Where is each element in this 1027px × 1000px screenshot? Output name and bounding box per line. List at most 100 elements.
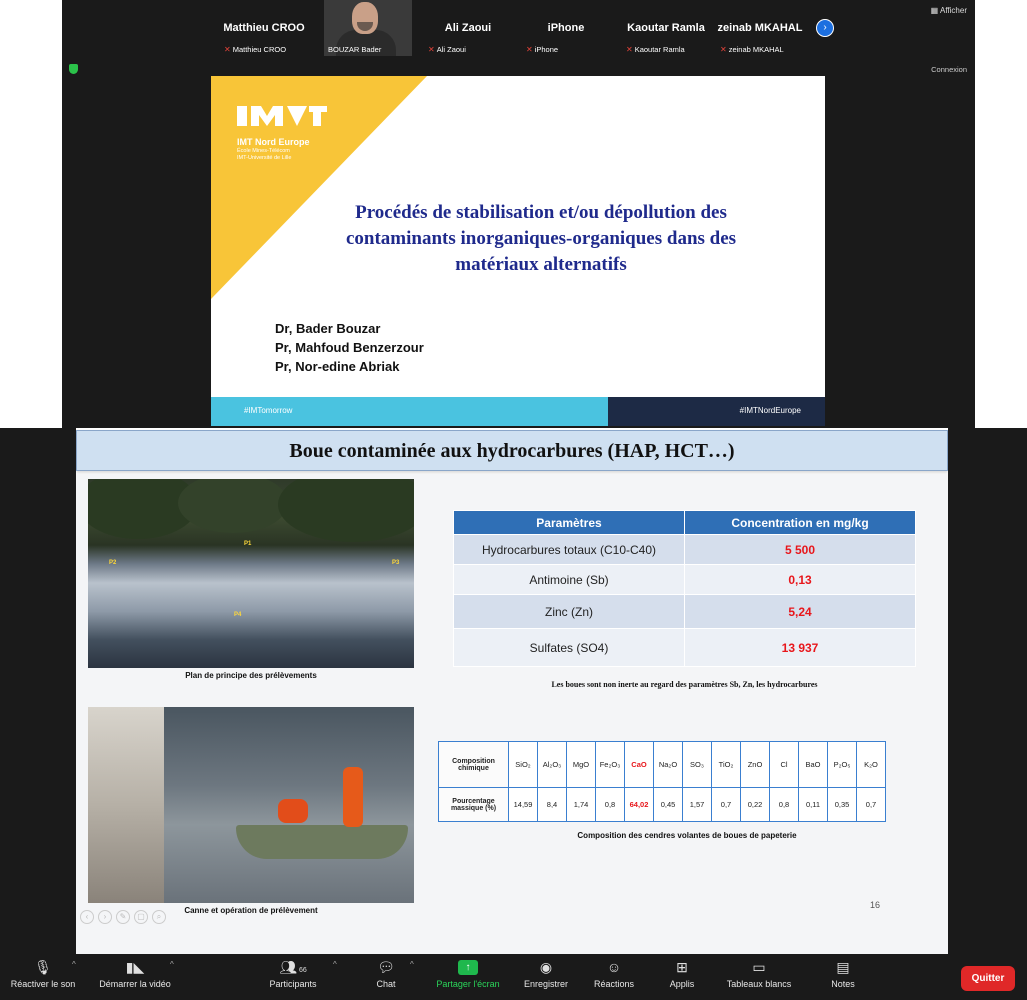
mic-muted-icon: ✕ [626, 45, 633, 54]
column-header: Paramètres [453, 510, 685, 535]
mic-muted-icon: ✕ [526, 45, 533, 54]
chevron-up-icon[interactable]: ^ [170, 960, 174, 969]
connexion-label[interactable]: Connexion [931, 65, 967, 74]
share-screen-button[interactable]: ↑ Partager l'écran [428, 958, 508, 989]
percentage-cell: 8,4 [537, 787, 567, 822]
parameters-note: Les boues sont non inerte au regard des … [551, 680, 818, 689]
toolbar-label: Chat [376, 979, 396, 989]
start-video-button[interactable]: ▮◣ Démarrer la vidéo [90, 958, 180, 989]
chevron-up-icon[interactable]: ^ [72, 960, 76, 969]
participant-label: Ali Zaoui [436, 45, 466, 54]
table-row: Antimoine (Sb) 0,13 [453, 564, 916, 595]
prev-icon[interactable]: ‹ [80, 910, 94, 924]
reactions-icon: ☺ [606, 959, 622, 975]
percentage-cell: 0,8 [769, 787, 799, 822]
value-cell: 0,13 [684, 564, 916, 595]
parameter-cell: Zinc (Zn) [453, 594, 685, 629]
participants-icon: 👥︎ [279, 959, 297, 975]
unmute-button[interactable]: 🎙︎ Réactiver le son [4, 958, 82, 989]
participant-tile[interactable]: iPhone ✕ iPhone [522, 0, 610, 56]
apps-icon: ⊞ [676, 959, 688, 975]
pen-icon[interactable]: ✎ [116, 910, 130, 924]
whiteboards-button[interactable]: ▭ Tableaux blancs [718, 958, 800, 989]
percentage-cell: 0,11 [798, 787, 828, 822]
participants-button[interactable]: 👥︎ 66 Participants [260, 958, 326, 989]
toolbar-label: Tableaux blancs [726, 979, 792, 989]
shared-screen-window-top: Matthieu CROO ✕ Matthieu CROO BOUZAR Bade… [62, 0, 975, 428]
person-kneeling [278, 799, 308, 823]
next-participants-button[interactable]: › [816, 19, 834, 37]
participant-tile[interactable]: zeinab MKAHAL ✕ zeinab MKAHAL [716, 0, 804, 56]
video-off-icon: ▮◣ [125, 959, 145, 975]
participant-label: iPhone [534, 45, 559, 54]
leave-meeting-button[interactable]: Quitter [961, 966, 1015, 991]
record-button[interactable]: ◉ Enregistrer [516, 958, 576, 989]
participant-tile[interactable]: Ali Zaoui ✕ Ali Zaoui [424, 0, 512, 56]
boat [236, 825, 408, 859]
toolbar-label: Applis [669, 979, 695, 989]
toolbar-label: Enregistrer [523, 979, 568, 989]
zoom-icon[interactable]: ⌕ [152, 910, 166, 924]
shared-screen-window-bottom: Boue contaminée aux hydrocarbures (HAP, … [0, 428, 1027, 1000]
indoor-inset [88, 707, 164, 903]
participant-video-tile[interactable]: BOUZAR Bader [324, 0, 412, 56]
toolbar-label: Réactions [593, 979, 635, 989]
value-cell: 13 937 [684, 628, 916, 667]
percentage-cell: 0,7 [711, 787, 741, 822]
participant-label: Matthieu CROO [232, 45, 287, 54]
tree-foliage [278, 479, 414, 542]
imt-logo [237, 106, 327, 126]
notes-icon: ▤ [836, 959, 850, 975]
slides-icon[interactable]: ▢ [134, 910, 148, 924]
sampling-point: P2 [109, 560, 117, 566]
parameters-table: Paramètres Concentration en mg/kg Hydroc… [453, 510, 916, 667]
apps-button[interactable]: ⊞ Applis [660, 958, 704, 989]
participant-tile[interactable]: Matthieu CROO ✕ Matthieu CROO [220, 0, 308, 56]
participant-label: zeinab MKAHAL [728, 45, 784, 54]
percentage-cell: 0,45 [653, 787, 683, 822]
slide-nav-controls: ‹ › ✎ ▢ ⌕ [80, 910, 166, 924]
component-cell: MgO [566, 741, 596, 788]
slide-title: Boue contaminée aux hydrocarbures (HAP, … [76, 430, 948, 471]
title-slide: IMT Nord Europe École Mines-Télécom IMT-… [211, 76, 825, 426]
component-cell: Na₂O [653, 741, 683, 788]
org-subtitle: École Mines-Télécom IMT-Université de Li… [237, 148, 327, 161]
percentage-cell: 1,74 [566, 787, 596, 822]
sampling-point: P3 [392, 560, 400, 566]
record-icon: ◉ [539, 959, 553, 975]
reactions-button[interactable]: ☺ Réactions [586, 958, 642, 989]
chevron-up-icon[interactable]: ^ [333, 960, 337, 969]
participant-name: Ali Zaoui [444, 22, 492, 34]
table-row: Zinc (Zn) 5,24 [453, 594, 916, 629]
percentage-cell: 14,59 [508, 787, 538, 822]
org-subtitle-line: IMT-Université de Lille [237, 154, 292, 161]
percentage-cell: 0,22 [740, 787, 770, 822]
lake-photo: P1 P2 P3 P4 [88, 479, 414, 668]
participants-strip: Matthieu CROO ✕ Matthieu CROO BOUZAR Bade… [62, 0, 975, 56]
toolbar-label: Réactiver le son [10, 979, 76, 989]
parameter-cell: Antimoine (Sb) [453, 564, 685, 595]
composition-table: Composition chimique SiO₂ Al₂O₃ MgO Fe₂O₃ Ca… [438, 741, 886, 822]
lake-photo-caption: Plan de principe des prélèvements [185, 671, 317, 680]
shield-icon[interactable] [69, 64, 78, 74]
author: Pr, Mahfoud Benzerzour [275, 340, 424, 355]
view-button[interactable]: ▦ Afficher [931, 6, 967, 15]
slide-title: Procédés de stabilisation et/ou dépollut… [345, 202, 737, 275]
toolbar-label: Partager l'écran [436, 979, 500, 989]
participants-icon-wrap: 👥︎ 66 [260, 958, 326, 976]
table-row: Sulfates (SO4) 13 937 [453, 628, 916, 667]
chat-button[interactable]: 💬︎ Chat [366, 958, 406, 989]
participant-name: Kaoutar Ramla [627, 22, 705, 34]
component-cell: ZnO [740, 741, 770, 788]
slide-footer-left: #IMTomorrow [211, 397, 608, 426]
participant-count: 66 [298, 967, 307, 974]
chat-icon: 💬︎ [377, 959, 395, 975]
participant-tile[interactable]: Kaoutar Ramla ✕ Kaoutar Ramla [622, 0, 710, 56]
grid-icon: ▦ [930, 6, 941, 15]
chevron-up-icon[interactable]: ^ [410, 960, 414, 969]
sampling-point: P4 [234, 612, 242, 618]
meeting-toolbar: 🎙︎ Réactiver le son ^ ▮◣ Démarrer la vid… [0, 954, 1027, 1000]
next-icon[interactable]: › [98, 910, 112, 924]
notes-button[interactable]: ▤ Notes [822, 958, 864, 989]
share-screen-icon: ↑ [458, 960, 478, 975]
